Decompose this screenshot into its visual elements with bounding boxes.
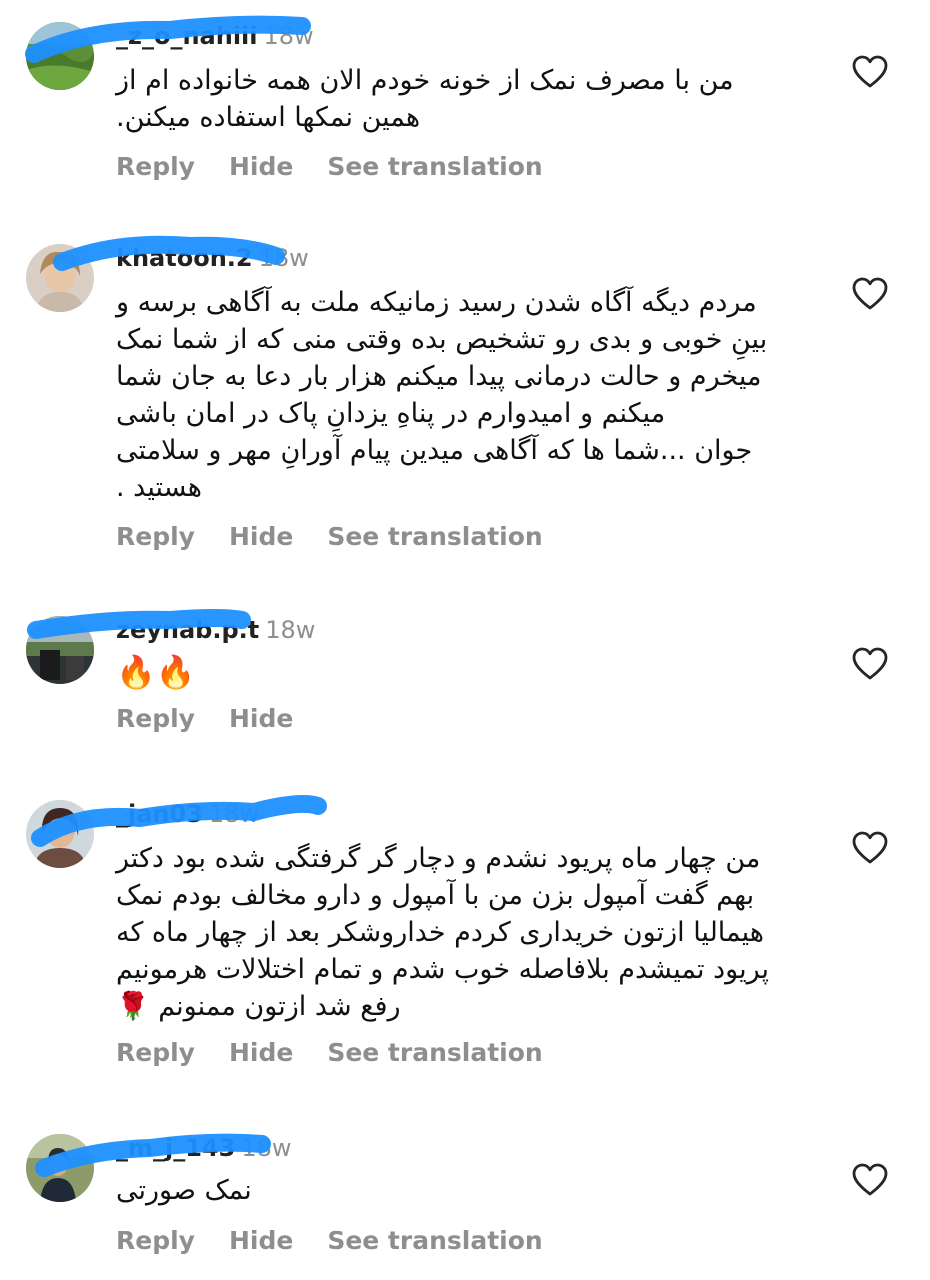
heart-icon[interactable] [850,828,890,868]
username[interactable]: zeynab.p.t [116,616,259,644]
timestamp: 18w [208,800,260,828]
heart-icon[interactable] [850,52,890,92]
hide-button[interactable]: Hide [229,1038,293,1067]
reply-button[interactable]: Reply [116,1226,195,1255]
comment-actions: Reply Hide See translation [116,1226,577,1260]
hide-button[interactable]: Hide [229,152,293,181]
reply-button[interactable]: Reply [116,152,195,181]
username[interactable]: _m_j_143 [116,1134,235,1162]
see-translation-button[interactable]: See translation [327,1226,542,1255]
timestamp: 18w [263,22,314,50]
see-translation-button[interactable]: See translation [327,522,542,551]
heart-icon[interactable] [850,1160,890,1200]
avatar[interactable] [26,244,94,312]
comment-4: _jan03 18w من چهار ماه پریود نشدم و دچار … [0,800,930,1080]
comment-actions: Reply Hide See translation [116,1038,577,1072]
timestamp: 18w [258,244,309,272]
username-row: _m_j_143 18w [116,1134,292,1168]
hide-button[interactable]: Hide [229,1226,293,1255]
reply-button[interactable]: Reply [116,522,195,551]
comment-actions: Reply Hide See translation [116,152,577,186]
timestamp: 18w [265,616,316,644]
see-translation-button[interactable]: See translation [327,1038,542,1067]
hide-button[interactable]: Hide [229,522,293,551]
reply-button[interactable]: Reply [116,704,195,733]
comment-5: _m_j_143 18w نمک صورتی Reply Hide See trans… [0,1134,930,1274]
username-row: _jan03 18w [116,800,259,834]
comment-1: _z_o_nahiii 18w من با مصرف نمک از خونه خو… [0,22,930,192]
hide-button[interactable]: Hide [229,704,293,733]
username[interactable]: _z_o_nahiii [116,22,258,50]
timestamp: 18w [241,1134,292,1162]
comment-text: من چهار ماه پریود نشدم و دچار گر گرفتگی … [116,843,770,1022]
comment-text: من با مصرف نمک از خونه خودم الان همه خان… [116,65,734,133]
avatar[interactable] [26,800,94,868]
username-row: zeynab.p.t 18w [116,616,315,650]
comment-text: نمک صورتی [116,1175,252,1206]
username[interactable]: _jan03 [116,800,203,828]
heart-icon[interactable] [850,644,890,684]
username-row: khatoon.2 18w [116,244,309,278]
avatar[interactable] [26,1134,94,1202]
username[interactable]: khatoon.2 [116,244,253,272]
comment-actions: Reply Hide [116,704,327,738]
comment-text: مردم دیگه آگاه شدن رسید زمانیکه ملت به آ… [116,287,768,503]
avatar[interactable] [26,22,94,90]
comment-text: 🔥🔥 [116,653,196,691]
reply-button[interactable]: Reply [116,1038,195,1067]
heart-icon[interactable] [850,274,890,314]
comment-2: khatoon.2 18w مردم دیگه آگاه شدن رسید زما… [0,244,930,564]
comment-3: zeynab.p.t 18w 🔥🔥 Reply Hide [0,616,930,746]
avatar[interactable] [26,616,94,684]
see-translation-button[interactable]: See translation [327,152,542,181]
username-row: _z_o_nahiii 18w [116,22,314,56]
comment-actions: Reply Hide See translation [116,522,577,556]
